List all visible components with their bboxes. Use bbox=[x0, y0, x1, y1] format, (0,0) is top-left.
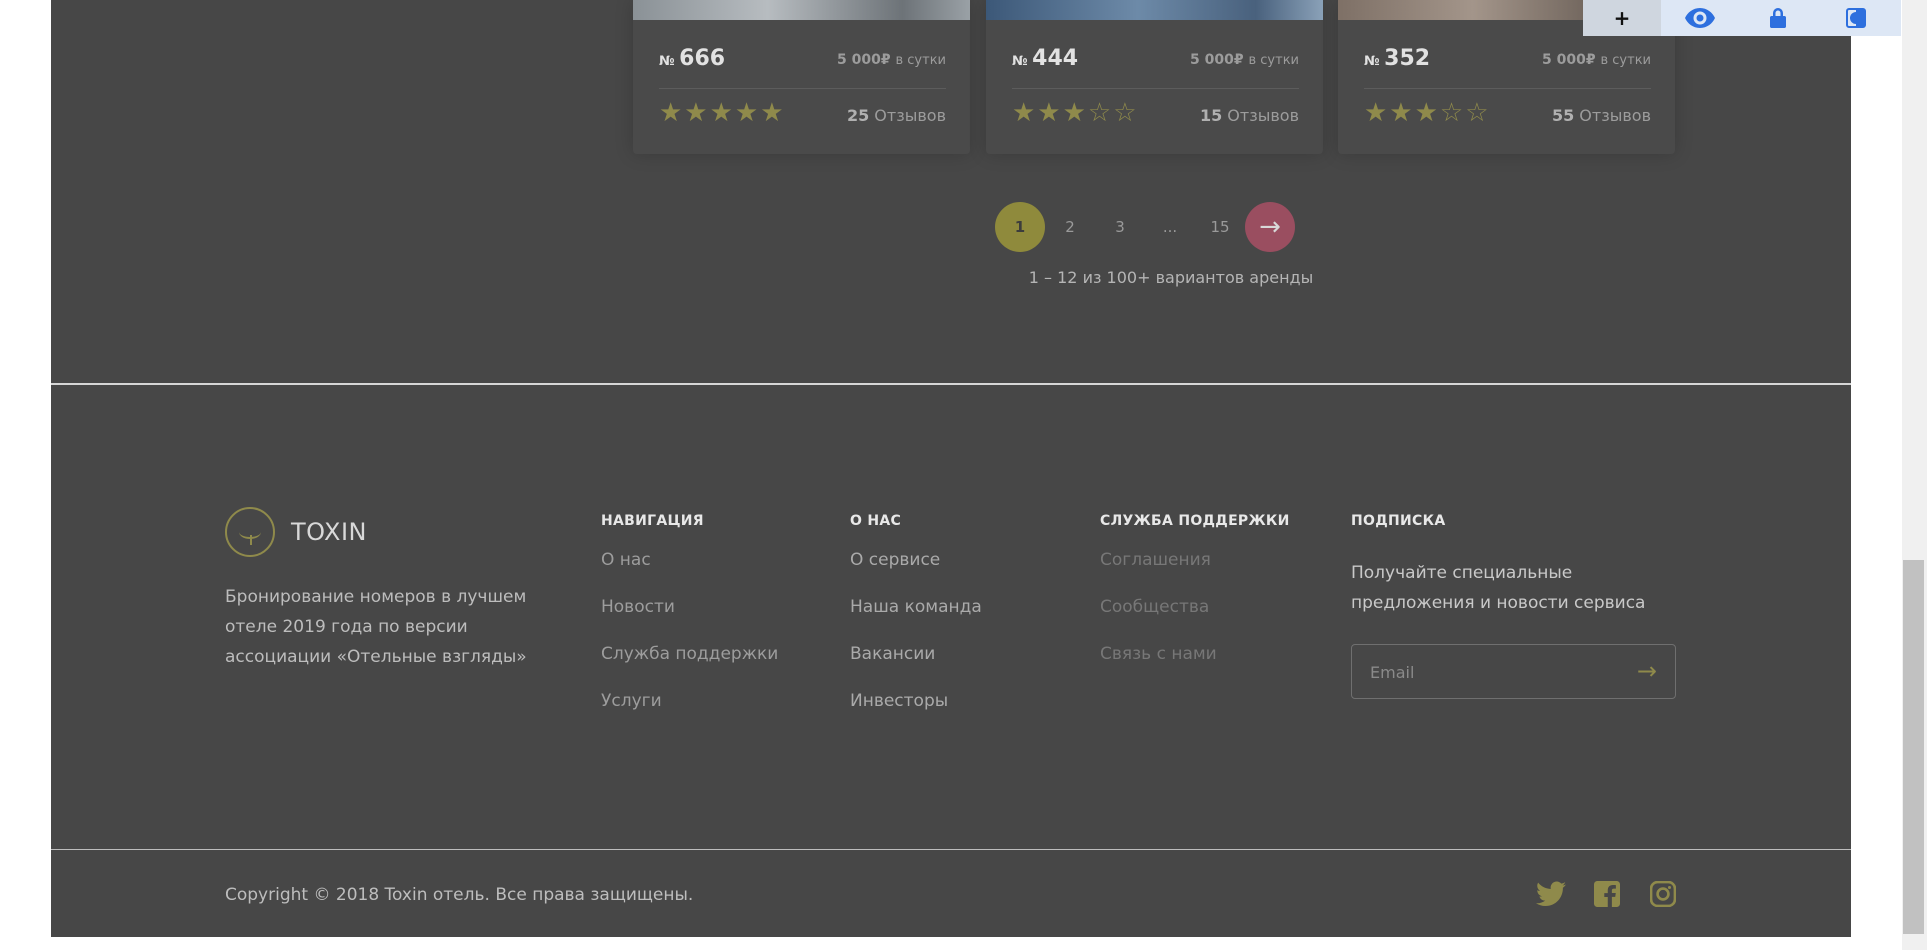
room-photo[interactable] bbox=[986, 0, 1323, 20]
column-title: НАВИГАЦИЯ bbox=[601, 513, 704, 529]
rating-stars[interactable]: ★★★☆☆ bbox=[1012, 98, 1139, 128]
page: № 666 5 000₽ в сутки ★★★★★ 25 Отзывов № … bbox=[51, 0, 1851, 937]
email-input[interactable] bbox=[1370, 659, 1620, 685]
page-1-button[interactable]: 1 bbox=[995, 202, 1045, 252]
divider bbox=[1012, 88, 1299, 89]
rating-stars[interactable]: ★★★★★ bbox=[659, 98, 786, 128]
room-price: 5 000₽ в сутки bbox=[1190, 52, 1299, 68]
footer-divider bbox=[51, 849, 1851, 850]
room-card[interactable]: № 666 5 000₽ в сутки ★★★★★ 25 Отзывов bbox=[633, 0, 970, 154]
column-title: О НАС bbox=[850, 513, 902, 529]
footer-link[interactable]: Сообщества bbox=[1100, 596, 1290, 643]
footer-link[interactable]: О сервисе bbox=[850, 549, 982, 596]
scrollbar-thumb[interactable] bbox=[1903, 560, 1924, 934]
page-2-button[interactable]: 2 bbox=[1045, 202, 1095, 252]
footer-about-text: Бронирование номеров в лучшем отеле 2019… bbox=[225, 587, 527, 667]
room-number: № 666 bbox=[659, 46, 726, 71]
footer-link[interactable]: Связь с нами bbox=[1100, 643, 1290, 690]
divider bbox=[1364, 88, 1651, 89]
arrow-right-icon[interactable]: → bbox=[1637, 657, 1657, 685]
next-page-button[interactable]: → bbox=[1245, 202, 1295, 252]
footer-column-support: СЛУЖБА ПОДДЕРЖКИ Соглашения Сообщества С… bbox=[1100, 513, 1290, 690]
logo[interactable]: TOXIN bbox=[225, 507, 367, 557]
copyright-text: Copyright © 2018 Toxin отель. Все права … bbox=[225, 885, 694, 905]
footer-column-about: О НАС О сервисе Наша команда Вакансии Ин… bbox=[850, 513, 982, 737]
subscribe-text: Получайте специальные предложения и ново… bbox=[1351, 563, 1646, 613]
footer-link[interactable]: Наша команда bbox=[850, 596, 982, 643]
pagination-range: 1 – 12 из 100+ вариантов аренды bbox=[1028, 268, 1314, 287]
logo-text: TOXIN bbox=[291, 518, 367, 546]
column-title: ПОДПИСКА bbox=[1351, 513, 1446, 529]
lock-icon[interactable] bbox=[1739, 0, 1817, 36]
room-price: 5 000₽ в сутки bbox=[837, 52, 946, 68]
footer-link[interactable]: Инвесторы bbox=[850, 690, 982, 737]
room-number: № 444 bbox=[1012, 46, 1079, 71]
facebook-icon[interactable] bbox=[1591, 878, 1623, 910]
footer-link[interactable]: О нас bbox=[601, 549, 778, 596]
page-ellipsis: ... bbox=[1162, 218, 1178, 236]
footer-link[interactable]: Новости bbox=[601, 596, 778, 643]
extension-toolbar: + bbox=[1583, 0, 1901, 36]
room-card[interactable]: № 444 5 000₽ в сутки ★★★☆☆ 15 Отзывов bbox=[986, 0, 1323, 154]
reviews-count: 15 Отзывов bbox=[1199, 106, 1299, 125]
contrast-icon[interactable] bbox=[1817, 0, 1895, 36]
pagination: 1 2 3 ... 15 → bbox=[995, 202, 1347, 254]
footer-link[interactable]: Услуги bbox=[601, 690, 778, 737]
footer-column-navigation: НАВИГАЦИЯ О нас Новости Служба поддержки… bbox=[601, 513, 778, 737]
reviews-count: 55 Отзывов bbox=[1551, 106, 1651, 125]
twitter-icon[interactable] bbox=[1535, 878, 1567, 910]
page-15-button[interactable]: 15 bbox=[1195, 202, 1245, 252]
footer-link[interactable]: Вакансии bbox=[850, 643, 982, 690]
add-button[interactable]: + bbox=[1583, 0, 1661, 36]
arrow-right-icon: → bbox=[1259, 212, 1281, 242]
footer-link[interactable]: Служба поддержки bbox=[601, 643, 778, 690]
instagram-icon[interactable] bbox=[1647, 878, 1679, 910]
room-photo[interactable] bbox=[633, 0, 970, 20]
page-3-button[interactable]: 3 bbox=[1095, 202, 1145, 252]
email-field[interactable]: → bbox=[1351, 644, 1676, 699]
section-divider bbox=[51, 383, 1851, 385]
eye-icon[interactable] bbox=[1661, 0, 1739, 36]
room-number: № 352 bbox=[1364, 46, 1431, 71]
column-title: СЛУЖБА ПОДДЕРЖКИ bbox=[1100, 513, 1290, 529]
reviews-count: 25 Отзывов bbox=[846, 106, 946, 125]
footer-column-subscribe: ПОДПИСКА bbox=[1351, 513, 1445, 549]
rating-stars[interactable]: ★★★☆☆ bbox=[1364, 98, 1491, 128]
social-links bbox=[1535, 878, 1679, 910]
footer-link[interactable]: Соглашения bbox=[1100, 549, 1290, 596]
room-price: 5 000₽ в сутки bbox=[1542, 52, 1651, 68]
divider bbox=[659, 88, 946, 89]
logo-icon bbox=[225, 507, 275, 557]
